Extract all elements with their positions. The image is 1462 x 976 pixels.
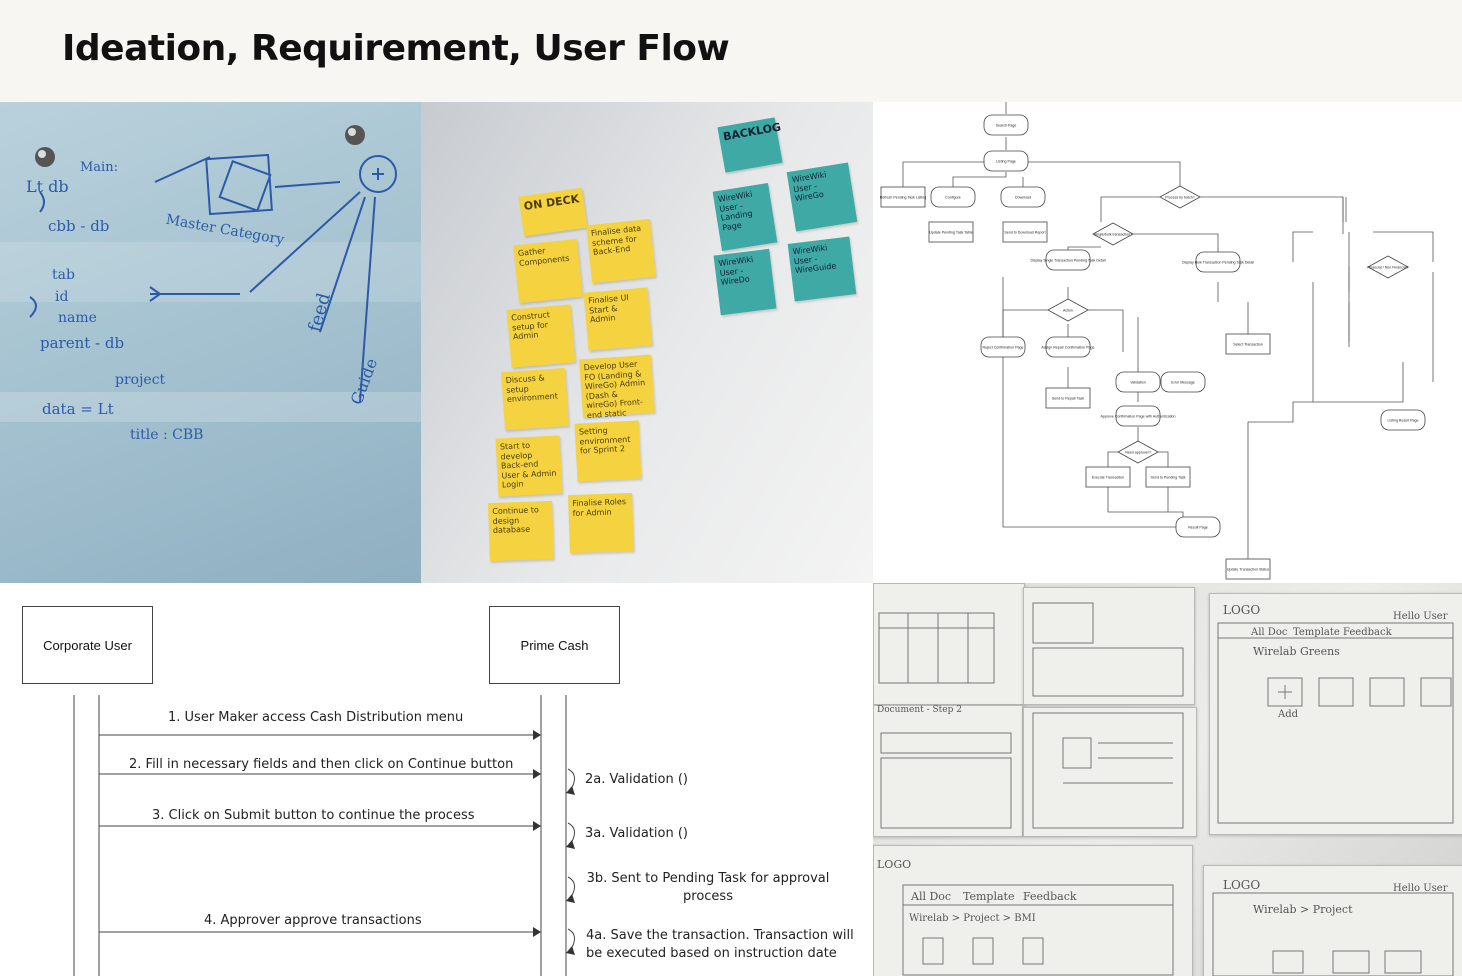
arrow-head-icon (566, 894, 575, 903)
sketch-text: All Doc (1251, 627, 1288, 638)
whiteboard-text: Lt db (26, 177, 69, 196)
flow-node-label: Send to Pending Task (1151, 476, 1186, 480)
whiteboard-text: name (58, 310, 97, 326)
sticky-note: Develop User FO (Landing & WireGo) Admin… (579, 354, 655, 420)
flow-node-label: Financial / Non Financial? (1367, 266, 1408, 270)
sequence-message: 1. User Maker access Cash Distribution m… (168, 710, 464, 725)
flow-node-label: Approve Confirmation Page with Authentic… (1100, 415, 1175, 419)
ondeck-label: ON DECK (518, 187, 588, 237)
flow-node-label: Listing Result Page (1388, 419, 1419, 423)
flow-node-label: Download (1015, 196, 1031, 200)
page-title: Ideation, Requirement, User Flow (62, 28, 730, 69)
flow-node-label: Process by batch? (1165, 196, 1195, 200)
flowchart: Search Page Listing Page Refresh Pending T… (880, 102, 1434, 580)
sticky-note: Continue to design database (488, 500, 554, 562)
flow-node-label: Search Page (996, 124, 1017, 128)
flow-node-label: Update Pending Task Table (929, 231, 973, 235)
arrow-head-icon (566, 786, 575, 795)
sketch-text: Document - Step 2 (877, 705, 962, 715)
whiteboard-text: cbb - db (48, 217, 110, 235)
sketch-text: LOGO (877, 858, 912, 871)
sketch-text: Hello User (1393, 883, 1448, 894)
sketch-text: Template (1293, 627, 1340, 638)
page-header: Ideation, Requirement, User Flow (0, 0, 1462, 102)
whiteboard-text: data = Lt (42, 400, 114, 418)
whiteboard-text: parent - db (40, 334, 125, 352)
sequence-message: 2. Fill in necessary fields and then cli… (129, 757, 514, 772)
sketch-text: Feedback (1343, 627, 1392, 638)
flow-node-label: Single/bulk transaction? (1094, 233, 1132, 237)
sequence-self-call: 2a. Validation () (585, 772, 688, 787)
sticky-note: Start to develop Back-end User & Admin L… (495, 435, 563, 497)
sketch-text: Wirelab > Project (1253, 903, 1353, 916)
sequence-message: 4. Approver approve transactions (204, 913, 422, 928)
magnet-icon (35, 147, 55, 167)
sequence-lines (73, 695, 575, 976)
sequence-message: 3. Click on Submit button to continue th… (152, 808, 475, 823)
sequence-self-call: 4a. Save the transaction. Transaction wi… (586, 928, 854, 961)
sticky-note: Discuss & setup environment (501, 367, 569, 431)
flow-node-label: Assign Repair Confirmation Page (1041, 346, 1094, 350)
sticky-note-teal: WireWiki User - Landing Page (712, 182, 778, 252)
sticky-note-teal: WireWiki User - WireDo (713, 248, 777, 316)
magnet-icon (345, 125, 365, 145)
sequence-self-call: 3a. Validation () (585, 826, 688, 841)
sticky-note-teal: WireWiki User - WireGuide (787, 236, 857, 302)
whiteboard-text: Main: (80, 160, 118, 175)
arrow-head-icon (566, 946, 575, 955)
flow-node-label: Reject Confirmation Page (983, 346, 1024, 350)
flow-node-label: Refresh Pending Task Listing (880, 196, 926, 200)
sticky-note: Construct setup for Admin (506, 304, 576, 368)
flow-node-label: Action (1063, 309, 1073, 313)
sketch-text: All Doc (911, 890, 952, 903)
whiteboard-text: tab (52, 267, 75, 283)
sketch-text: Hello User (1393, 611, 1448, 622)
sticky-note-teal: WireWiki User - WireGo (786, 162, 858, 232)
sketch-text: Wirelab Greens (1253, 645, 1340, 658)
flow-node-label: Send to Repair Task (1052, 397, 1084, 401)
sketch-text: Add (1278, 709, 1299, 720)
flow-node-label: Send to Download Report (1004, 231, 1045, 235)
sketch-text: Feedback (1023, 890, 1077, 903)
sketch-text: Wirelab > Project > BMI (909, 913, 1036, 924)
sticky-note: Setting environment for Sprint 2 (574, 420, 642, 482)
arrow-head-icon (533, 821, 541, 831)
whiteboard-text: project (115, 372, 166, 388)
flow-node-label: Error Message (1171, 381, 1195, 385)
flow-node-label: Display Bulk Transaction Pending Task De… (1182, 261, 1254, 265)
sticky-note: Finalise data scheme for Back-End (586, 218, 656, 284)
flow-node-label: Validation (1130, 381, 1146, 385)
sketch-text: LOGO (1223, 878, 1261, 892)
flow-node-label: Result Page (1188, 526, 1208, 530)
arrow-head-icon (533, 769, 541, 779)
flow-node-label: Listing Page (996, 160, 1016, 164)
flow-node-label: Display Single Transaction Pending Task … (1030, 259, 1105, 263)
user-flow-diagram: Search Page Listing Page Refresh Pending T… (873, 102, 1462, 583)
flow-node-label: Configure (945, 196, 961, 200)
sticky-note: Finalise Roles for Admin (568, 492, 634, 554)
arrow-head-icon (566, 840, 575, 849)
backlog-label: BACKLOG (717, 117, 783, 173)
whiteboard-text: id (55, 289, 69, 305)
sketch-text: LOGO (1223, 603, 1261, 617)
flow-node-label: Select Transaction (1233, 343, 1263, 347)
sticky-note: Gather Components (513, 238, 583, 304)
flow-node-label: Execute Transaction (1092, 476, 1125, 480)
wireframe-sketches-photo: LOGO Hello User All Doc Template Feedbac… (873, 583, 1462, 976)
sticky-note: Finalise UI Start & Admin (583, 287, 653, 351)
sticky-notes-photo: ON DECK Gather Components Finalise data … (421, 102, 873, 583)
flow-node-label: Update Transaction Status (1227, 568, 1270, 572)
sketch-text: Template (963, 890, 1015, 903)
arrow-head-icon (533, 927, 541, 937)
sequence-self-call: 3b. Sent to Pending Task for approval pr… (586, 871, 830, 904)
whiteboard-text: title : CBB (130, 427, 204, 443)
arrow-head-icon (533, 730, 541, 740)
sequence-diagram: Corporate User Prime Cash 1. User Maker … (0, 583, 873, 976)
whiteboard-photo: Main: Lt db cbb - db Master Category tab… (0, 102, 421, 583)
flow-node-label: Need approver? (1125, 451, 1151, 455)
